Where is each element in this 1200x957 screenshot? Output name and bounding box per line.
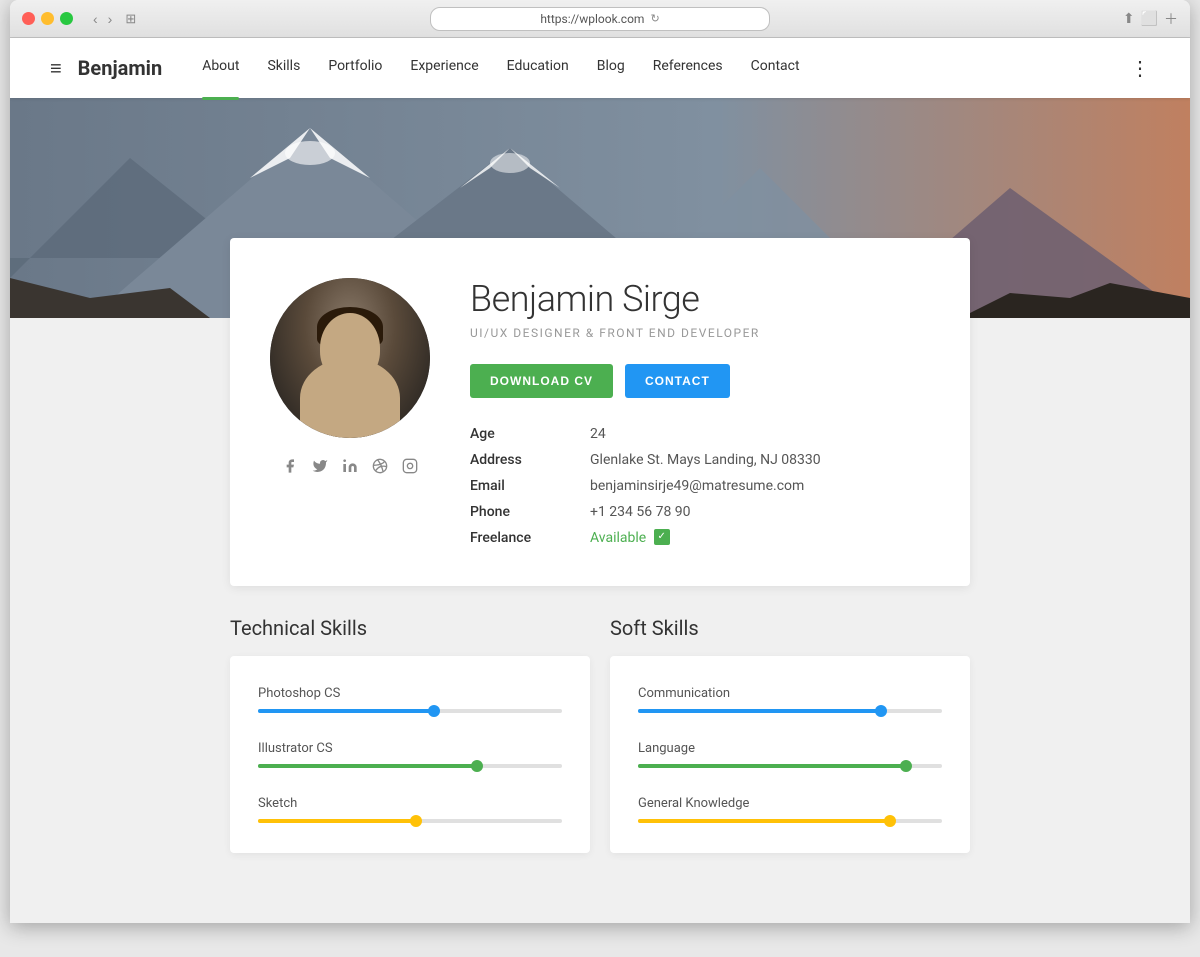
social-icons: [282, 458, 418, 478]
skill-communication-thumb: [875, 705, 887, 717]
soft-skills-card: Communication Language: [610, 656, 970, 853]
skill-photoshop-thumb: [428, 705, 440, 717]
profile-info: Age 24 Address Glenlake St. Mays Landing…: [470, 426, 920, 546]
skill-general-knowledge-fill: [638, 819, 890, 823]
profile-name: Benjamin Sirge: [470, 278, 920, 320]
freelance-label: Freelance: [470, 530, 590, 546]
url-bar[interactable]: https://wplook.com ↻: [430, 7, 770, 31]
facebook-icon[interactable]: [282, 458, 298, 478]
skill-sketch-thumb: [410, 815, 422, 827]
back-button[interactable]: ‹: [89, 9, 102, 29]
skill-photoshop-slider[interactable]: [258, 709, 562, 713]
download-cv-button[interactable]: DOWNLOAD CV: [470, 364, 613, 398]
skill-communication-fill: [638, 709, 881, 713]
window-controls-right: ⬆ ⬜ ＋: [1123, 9, 1178, 29]
share-button[interactable]: ⬆: [1123, 9, 1135, 29]
nav-arrows: ‹ ›: [89, 9, 116, 29]
email-label: Email: [470, 478, 590, 494]
skill-language-slider[interactable]: [638, 764, 942, 768]
nav-link-contact[interactable]: Contact: [751, 58, 800, 78]
grid-button[interactable]: ⊞: [120, 9, 141, 29]
skills-section: Technical Skills Photoshop CS Illustrato…: [230, 616, 970, 853]
linkedin-icon[interactable]: [342, 458, 358, 478]
phone-label: Phone: [470, 504, 590, 520]
skill-language-name: Language: [638, 741, 942, 756]
skill-general-knowledge: General Knowledge: [638, 796, 942, 823]
nav-link-references[interactable]: References: [653, 58, 723, 78]
skill-sketch-slider[interactable]: [258, 819, 562, 823]
close-button[interactable]: [22, 12, 35, 25]
page-outer: Benjamin Sirge UI/UX DESIGNER & FRONT EN…: [10, 238, 1190, 923]
skill-sketch-name: Sketch: [258, 796, 562, 811]
age-label: Age: [470, 426, 590, 442]
newtab-button[interactable]: ＋: [1164, 9, 1178, 29]
skill-general-knowledge-slider[interactable]: [638, 819, 942, 823]
skill-photoshop-name: Photoshop CS: [258, 686, 562, 701]
forward-button[interactable]: ›: [104, 9, 117, 29]
window-buttons: [22, 12, 73, 25]
skill-sketch-fill: [258, 819, 416, 823]
technical-skills-heading: Technical Skills: [230, 616, 590, 640]
instagram-icon[interactable]: [402, 458, 418, 478]
skill-photoshop-fill: [258, 709, 434, 713]
phone-value: +1 234 56 78 90: [590, 504, 920, 520]
url-text: https://wplook.com: [540, 12, 644, 26]
skill-language-thumb: [900, 760, 912, 772]
maximize-button[interactable]: [60, 12, 73, 25]
hamburger-icon[interactable]: ≡: [50, 56, 62, 81]
skill-language: Language: [638, 741, 942, 768]
site-nav: ≡ Benjamin About Skills Portfolio Experi…: [10, 38, 1190, 98]
skill-illustrator-thumb: [471, 760, 483, 772]
skill-language-fill: [638, 764, 906, 768]
url-bar-wrapper: https://wplook.com ↻: [430, 7, 770, 31]
address-value: Glenlake St. Mays Landing, NJ 08330: [590, 452, 920, 468]
skill-illustrator-name: Illustrator CS: [258, 741, 562, 756]
soft-skills-heading: Soft Skills: [610, 616, 970, 640]
skill-communication-name: Communication: [638, 686, 942, 701]
nav-link-experience[interactable]: Experience: [410, 58, 478, 78]
more-icon[interactable]: ⋮: [1130, 56, 1150, 80]
site-logo: Benjamin: [78, 56, 163, 80]
twitter-icon[interactable]: [312, 458, 328, 478]
skill-general-knowledge-name: General Knowledge: [638, 796, 942, 811]
technical-skills-col: Technical Skills Photoshop CS Illustrato…: [230, 616, 590, 853]
minimize-button[interactable]: [41, 12, 54, 25]
avatar: [270, 278, 430, 438]
nav-link-skills[interactable]: Skills: [267, 58, 300, 78]
title-bar: ‹ › ⊞ https://wplook.com ↻ ⬆ ⬜ ＋: [10, 0, 1190, 38]
profile-actions: DOWNLOAD CV CONTACT: [470, 364, 920, 398]
calendar-icon: ✓: [654, 529, 670, 545]
skill-communication-slider[interactable]: [638, 709, 942, 713]
fullscreen-button[interactable]: ⬜: [1141, 9, 1158, 29]
technical-skills-card: Photoshop CS Illustrator CS: [230, 656, 590, 853]
nav-link-education[interactable]: Education: [507, 58, 569, 78]
person-body: [300, 358, 400, 438]
nav-link-portfolio[interactable]: Portfolio: [328, 58, 382, 78]
soft-skills-col: Soft Skills Communication Language: [610, 616, 970, 853]
age-value: 24: [590, 426, 920, 442]
profile-right: Benjamin Sirge UI/UX DESIGNER & FRONT EN…: [470, 278, 920, 546]
skill-communication: Communication: [638, 686, 942, 713]
available-text: Available: [590, 530, 646, 546]
profile-card: Benjamin Sirge UI/UX DESIGNER & FRONT EN…: [230, 238, 970, 586]
skill-illustrator: Illustrator CS: [258, 741, 562, 768]
browser-content: ≡ Benjamin About Skills Portfolio Experi…: [10, 38, 1190, 923]
nav-link-blog[interactable]: Blog: [597, 58, 625, 78]
nav-link-about[interactable]: About: [202, 58, 239, 78]
nav-links: About Skills Portfolio Experience Educat…: [202, 58, 1130, 78]
skill-general-knowledge-thumb: [884, 815, 896, 827]
email-value: benjaminsirje49@matresume.com: [590, 478, 920, 494]
skill-sketch: Sketch: [258, 796, 562, 823]
refresh-icon[interactable]: ↻: [650, 12, 659, 25]
dribbble-icon[interactable]: [372, 458, 388, 478]
avatar-image: [270, 278, 430, 438]
profile-left: [270, 278, 430, 546]
skill-illustrator-fill: [258, 764, 477, 768]
profile-title: UI/UX DESIGNER & FRONT END DEVELOPER: [470, 326, 920, 340]
address-label: Address: [470, 452, 590, 468]
skill-photoshop: Photoshop CS: [258, 686, 562, 713]
freelance-value: Available ✓: [590, 530, 920, 546]
skill-illustrator-slider[interactable]: [258, 764, 562, 768]
contact-button[interactable]: CONTACT: [625, 364, 730, 398]
